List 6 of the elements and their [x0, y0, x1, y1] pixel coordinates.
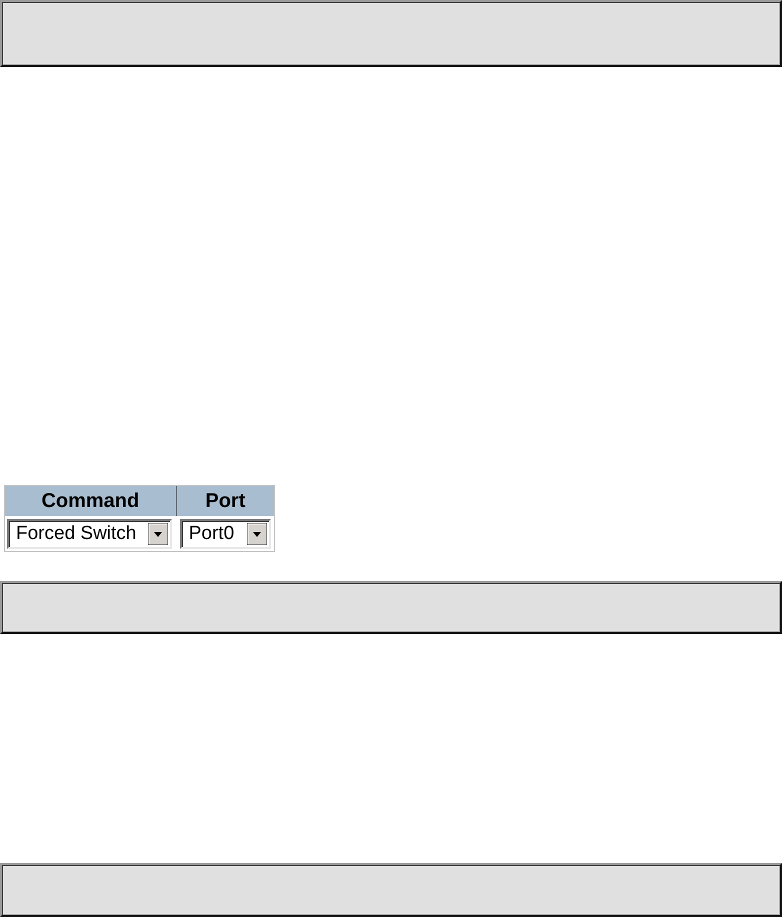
command-select[interactable]: Forced Switch: [7, 518, 172, 548]
dropdown-arrow-icon[interactable]: [148, 522, 168, 544]
port-select[interactable]: Port0: [180, 518, 271, 548]
column-header: Command: [5, 486, 177, 516]
column-header: Port: [176, 486, 274, 516]
dropdown-arrow-icon[interactable]: [246, 522, 267, 544]
